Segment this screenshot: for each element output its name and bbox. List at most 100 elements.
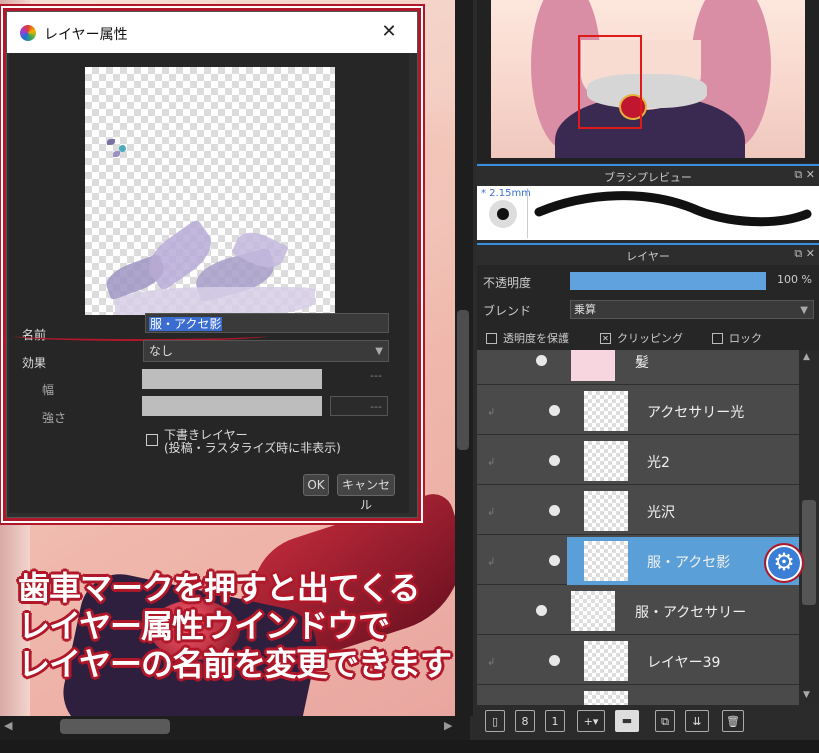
dialog-title: レイヤー属性 — [44, 27, 128, 43]
lock-label: ロック — [729, 332, 762, 345]
width-slider[interactable] — [142, 369, 322, 389]
canvas-vertical-scroll-thumb[interactable] — [457, 310, 469, 450]
opacity-slider[interactable] — [570, 272, 766, 290]
status-bar — [0, 740, 819, 753]
layer-name: 光沢 — [647, 505, 675, 521]
layer-thumbnail — [584, 541, 628, 581]
blend-select[interactable]: 乗算 ▼ — [570, 300, 814, 319]
new-8bit-layer-icon[interactable]: 8 — [515, 710, 535, 732]
delete-layer-icon[interactable]: 🗑 — [722, 710, 744, 732]
layer-name: 光2 — [647, 455, 670, 471]
visibility-eye-icon[interactable] — [549, 655, 560, 666]
brush-preview-title: ブラシプレビュー — [604, 171, 692, 184]
preview-dot — [107, 139, 115, 145]
close-icon[interactable]: ✕ — [377, 20, 401, 44]
duplicate-layer-icon[interactable]: ⧉ — [655, 710, 675, 732]
layer-name: 服・アクセ影 — [647, 555, 731, 571]
clipping-indicator-icon: ↲ — [487, 507, 496, 518]
visibility-eye-icon[interactable] — [549, 505, 560, 516]
new-1bit-layer-icon[interactable]: 1 — [545, 710, 565, 732]
scroll-left-arrow-icon[interactable]: ◀ — [4, 719, 12, 732]
preview-dot — [113, 151, 120, 157]
clipping-indicator-icon: ↲ — [487, 407, 496, 418]
layer-row-hair[interactable]: 髪 — [477, 350, 799, 385]
add-special-layer-icon[interactable]: +▾ — [577, 710, 605, 732]
visibility-eye-icon[interactable] — [536, 605, 547, 616]
panel-popout-close-icon[interactable]: ⧉ ✕ — [794, 168, 815, 182]
layer-thumbnail — [584, 391, 628, 431]
layer-name-input[interactable]: 服・アクセ影 — [145, 313, 389, 333]
visibility-eye-icon[interactable] — [549, 455, 560, 466]
clipping-indicator-icon: ↲ — [487, 557, 496, 568]
clipping-checkbox[interactable]: ✕ — [600, 333, 611, 344]
layer-thumbnail — [571, 350, 615, 381]
layer-thumbnail — [584, 691, 628, 705]
brush-preview-header: ブラシプレビュー ⧉ ✕ — [477, 164, 819, 186]
dialog-titlebar[interactable]: レイヤー属性 ✕ — [7, 12, 417, 53]
navigator-view-frame[interactable] — [578, 35, 642, 129]
visibility-eye-icon[interactable] — [549, 405, 560, 416]
layer-row-light2[interactable]: ↲ 光2 — [477, 437, 799, 485]
chevron-down-icon: ▼ — [800, 305, 808, 316]
layer-row-clothes-shadow[interactable]: ↲ 服・アクセ影 — [477, 537, 799, 585]
cancel-button[interactable]: キャンセル — [337, 474, 395, 512]
layer-row-layer39[interactable]: ↲ レイヤー39 — [477, 637, 799, 685]
layer-row-clothes-accessory[interactable]: 服・アクセサリー — [477, 587, 799, 635]
visibility-eye-icon[interactable] — [549, 555, 560, 566]
width-label: 幅 — [42, 383, 55, 397]
new-layer-icon[interactable]: ▯ — [485, 710, 505, 732]
ok-button[interactable]: OK — [303, 474, 329, 496]
layer-preview-image — [85, 67, 335, 315]
navigator-preview[interactable] — [491, 0, 805, 158]
clipping-indicator-icon: ↲ — [487, 657, 496, 668]
new-folder-icon[interactable]: ▬ — [615, 710, 639, 732]
effect-label: 効果 — [22, 356, 47, 370]
layer-settings-gear-icon[interactable]: ⚙ — [764, 543, 804, 583]
app-logo-icon — [20, 25, 36, 41]
brush-size-text: * 2.15mm — [481, 188, 531, 199]
scroll-right-arrow-icon[interactable]: ▶ — [444, 719, 452, 732]
annotation-line-3: レイヤーの名前を変更できます — [18, 645, 452, 683]
draft-layer-checkbox[interactable] — [146, 434, 158, 446]
canvas-horizontal-scroll-thumb[interactable] — [60, 719, 170, 734]
chevron-down-icon: ▼ — [375, 346, 383, 357]
layer-name: レイヤー39 — [647, 655, 721, 671]
scroll-down-icon[interactable]: ▼ — [803, 690, 810, 700]
layer-thumbnail — [584, 441, 628, 481]
lock-checkbox[interactable] — [712, 333, 723, 344]
visibility-eye-icon[interactable] — [536, 355, 547, 366]
layer-thumbnail — [571, 591, 615, 631]
blend-value: 乗算 — [574, 303, 596, 316]
effect-value: なし — [149, 344, 174, 358]
layer-name: 髪 — [635, 355, 649, 371]
layer-row-partial[interactable] — [477, 687, 799, 705]
protect-alpha-checkbox[interactable] — [486, 333, 497, 344]
effect-select[interactable]: なし ▼ — [143, 340, 389, 362]
protect-alpha-label: 透明度を保護 — [503, 332, 569, 345]
preview-dot — [119, 145, 126, 152]
brush-size-dot — [497, 208, 509, 220]
opacity-value: 100 % — [777, 273, 812, 286]
layer-list-scroll-thumb[interactable] — [802, 500, 816, 605]
layer-panel-header: レイヤー ⧉ ✕ — [477, 243, 819, 265]
strength-slider[interactable] — [142, 396, 322, 416]
merge-down-icon[interactable]: ⇊ — [685, 710, 709, 732]
layer-row-gloss[interactable]: ↲ 光沢 — [477, 487, 799, 535]
strength-label: 強さ — [42, 411, 67, 425]
clipping-label: クリッピング — [617, 332, 683, 345]
layer-thumbnail — [584, 641, 628, 681]
opacity-label: 不透明度 — [483, 276, 532, 290]
preview-shape — [115, 287, 315, 315]
strength-value-field[interactable]: --- — [330, 396, 388, 416]
layer-name-value: 服・アクセ影 — [149, 317, 223, 331]
layer-name: 服・アクセサリー — [635, 605, 747, 621]
blend-label: ブレンド — [483, 304, 532, 318]
scroll-up-icon[interactable]: ▲ — [803, 352, 810, 362]
layer-list: 髪 ↲ アクセサリー光 ↲ 光2 ↲ 光沢 ↲ 服・アクセ影 服・アクセサリー … — [477, 350, 799, 705]
clipping-indicator-icon: ↲ — [487, 457, 496, 468]
panel-popout-close-icon[interactable]: ⧉ ✕ — [794, 247, 815, 261]
layer-row-accessory-light[interactable]: ↲ アクセサリー光 — [477, 387, 799, 435]
width-value: --- — [370, 369, 382, 382]
layer-name: アクセサリー光 — [647, 405, 745, 421]
draft-layer-sublabel: (投稿・ラスタライズ時に非表示) — [164, 441, 341, 455]
